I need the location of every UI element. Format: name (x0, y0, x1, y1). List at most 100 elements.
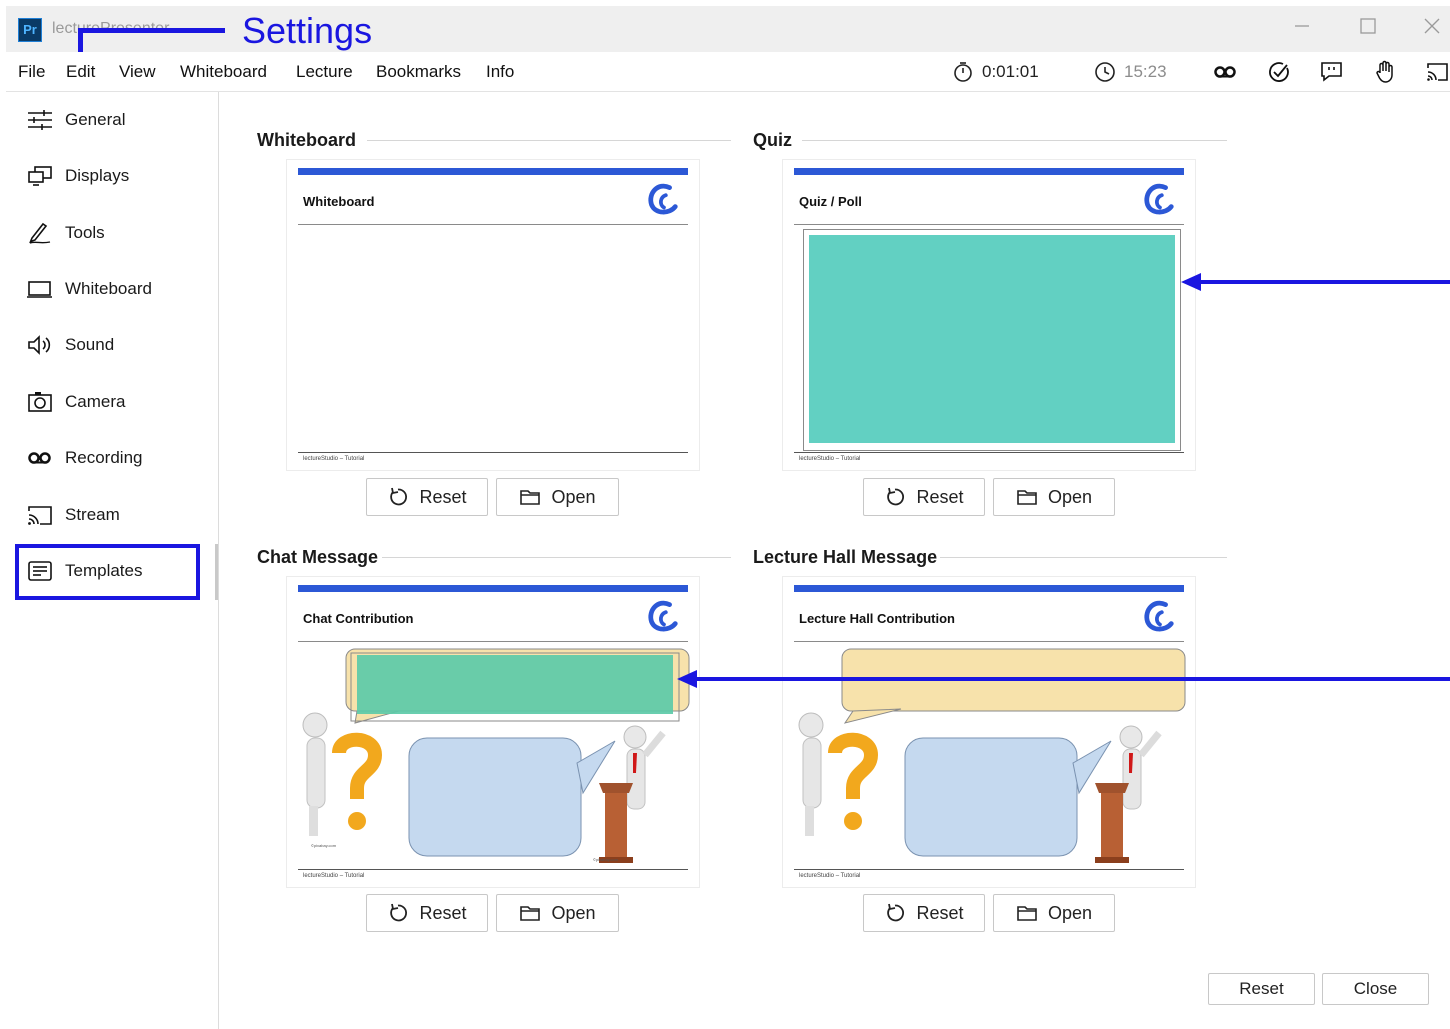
section-title-lecture-hall-message: Lecture Hall Message (753, 547, 938, 567)
preview-title: Quiz / Poll (799, 194, 862, 209)
reset-icon (887, 903, 905, 922)
quiz-open-button[interactable]: Open (993, 478, 1115, 516)
app-logo-icon: Pr (18, 18, 42, 42)
preview-footer: lectureStudio – Tutorial (303, 873, 365, 879)
annotation-chat-arrow-line (694, 677, 1450, 681)
preview-header-line (298, 224, 688, 225)
preview-header-bar (298, 585, 688, 592)
stream-icon[interactable] (1424, 60, 1450, 84)
annotation-templates-highlight (15, 544, 200, 600)
minimize-icon[interactable] (1290, 16, 1314, 40)
button-label: Open (551, 902, 596, 923)
menu-bar: File Edit View Whiteboard Lecture Bookma… (6, 52, 1450, 92)
sidebar-item-displays[interactable]: Displays (6, 154, 219, 198)
hand-icon[interactable] (1372, 60, 1398, 84)
camera-icon (28, 392, 52, 412)
section-title-whiteboard: Whiteboard (257, 130, 356, 150)
preview-header-bar (794, 585, 1184, 592)
sidebar-item-camera[interactable]: Camera (6, 380, 219, 424)
stopwatch-value: 0:01:01 (982, 62, 1039, 81)
menu-file[interactable]: File (18, 62, 45, 82)
image-credit: ©pixabay.com (593, 857, 619, 862)
stopwatch-icon (954, 62, 972, 82)
reset-all-button[interactable]: Reset (1208, 973, 1315, 1005)
folder-icon (520, 906, 541, 921)
sidebar-item-label: Recording (65, 448, 143, 467)
annotation-settings-line (78, 28, 225, 33)
preview-title: Whiteboard (303, 194, 375, 209)
menu-whiteboard[interactable]: Whiteboard (180, 62, 267, 82)
template-preview-quiz: Quiz / Poll lectureStudio – Tutorial (783, 160, 1195, 470)
close-icon[interactable] (1420, 16, 1444, 40)
sidebar-item-recording[interactable]: Recording (6, 436, 219, 480)
quiz-check-icon[interactable] (1266, 60, 1292, 84)
reset-icon (390, 903, 408, 922)
preview-footer-line (298, 452, 688, 453)
folder-icon (1017, 490, 1037, 505)
chat-open-button[interactable]: Open (496, 894, 619, 932)
lecturestudio-logo-icon (648, 600, 678, 632)
sidebar-item-stream[interactable]: Stream (6, 493, 219, 537)
menu-lecture[interactable]: Lecture (296, 62, 353, 82)
quiz-reset-button[interactable]: Reset (863, 478, 985, 516)
button-label: Reset (916, 486, 964, 507)
annotation-quiz-arrow-line (1198, 280, 1450, 284)
sidebar-item-label: Whiteboard (65, 279, 152, 298)
whiteboard-reset-button[interactable]: Reset (366, 478, 488, 516)
sidebar-item-label: Tools (65, 223, 105, 242)
annotation-settings-label: Settings (242, 10, 373, 51)
maximize-icon[interactable] (1356, 16, 1380, 40)
reset-icon (390, 487, 408, 506)
button-label: Reset (419, 486, 467, 507)
clock: 15:23 (1094, 61, 1167, 83)
chat-illustration (302, 648, 690, 863)
preview-footer-line (298, 869, 688, 870)
whiteboard-icon (27, 281, 52, 298)
preview-footer-line (794, 452, 1184, 453)
sidebar-item-whiteboard[interactable]: Whiteboard (6, 267, 219, 311)
sidebar-item-tools[interactable]: Tools (6, 211, 219, 255)
cast-icon (28, 506, 52, 525)
clock-value: 15:23 (1124, 62, 1167, 81)
preview-footer: lectureStudio – Tutorial (799, 456, 861, 462)
chat-reset-button[interactable]: Reset (366, 894, 488, 932)
menu-info[interactable]: Info (486, 62, 514, 82)
menu-edit[interactable]: Edit (66, 62, 95, 82)
lecturestudio-logo-icon (1144, 183, 1174, 215)
pen-icon (29, 222, 51, 244)
preview-header-line (794, 224, 1184, 225)
whiteboard-open-button[interactable]: Open (496, 478, 619, 516)
button-label: Open (551, 486, 596, 507)
image-credit: ©pixabay.com (311, 843, 337, 848)
preview-footer: lectureStudio – Tutorial (303, 456, 365, 462)
preview-title: Lecture Hall Contribution (799, 611, 955, 626)
preview-header-line (794, 641, 1184, 642)
sidebar-item-label: Camera (65, 392, 126, 411)
sidebar-item-sound[interactable]: Sound (6, 323, 219, 367)
folder-icon (1017, 906, 1037, 921)
menu-view[interactable]: View (119, 62, 156, 82)
recording-icon (28, 452, 51, 464)
close-button[interactable]: Close (1322, 973, 1429, 1005)
chat-icon[interactable] (1319, 60, 1345, 84)
preview-header-bar (794, 168, 1184, 175)
settings-sidebar: General Displays Tools Whiteboard Sound … (6, 92, 219, 1029)
recording-icon[interactable] (1212, 60, 1238, 84)
section-title-quiz: Quiz (753, 130, 792, 150)
sidebar-item-label: Displays (65, 166, 130, 185)
preview-header-line (298, 641, 688, 642)
sidebar-selection-indicator (215, 544, 218, 600)
folder-icon (520, 490, 541, 505)
lecture-hall-open-button[interactable]: Open (993, 894, 1115, 932)
sidebar-item-label: General (65, 110, 126, 129)
menu-bookmarks[interactable]: Bookmarks (376, 62, 461, 82)
button-label: Reset (419, 902, 467, 923)
sidebar-item-general[interactable]: General (6, 98, 219, 142)
template-preview-whiteboard: Whiteboard lectureStudio – Tutorial (287, 160, 699, 470)
sliders-icon (28, 110, 52, 130)
displays-icon (28, 166, 52, 186)
stopwatch: 0:01:01 (952, 61, 1039, 83)
lecture-hall-reset-button[interactable]: Reset (863, 894, 985, 932)
sidebar-item-label: Stream (65, 505, 120, 524)
templates-panel: Whiteboard Whiteboard lectureStudio – Tu… (220, 92, 1450, 1029)
